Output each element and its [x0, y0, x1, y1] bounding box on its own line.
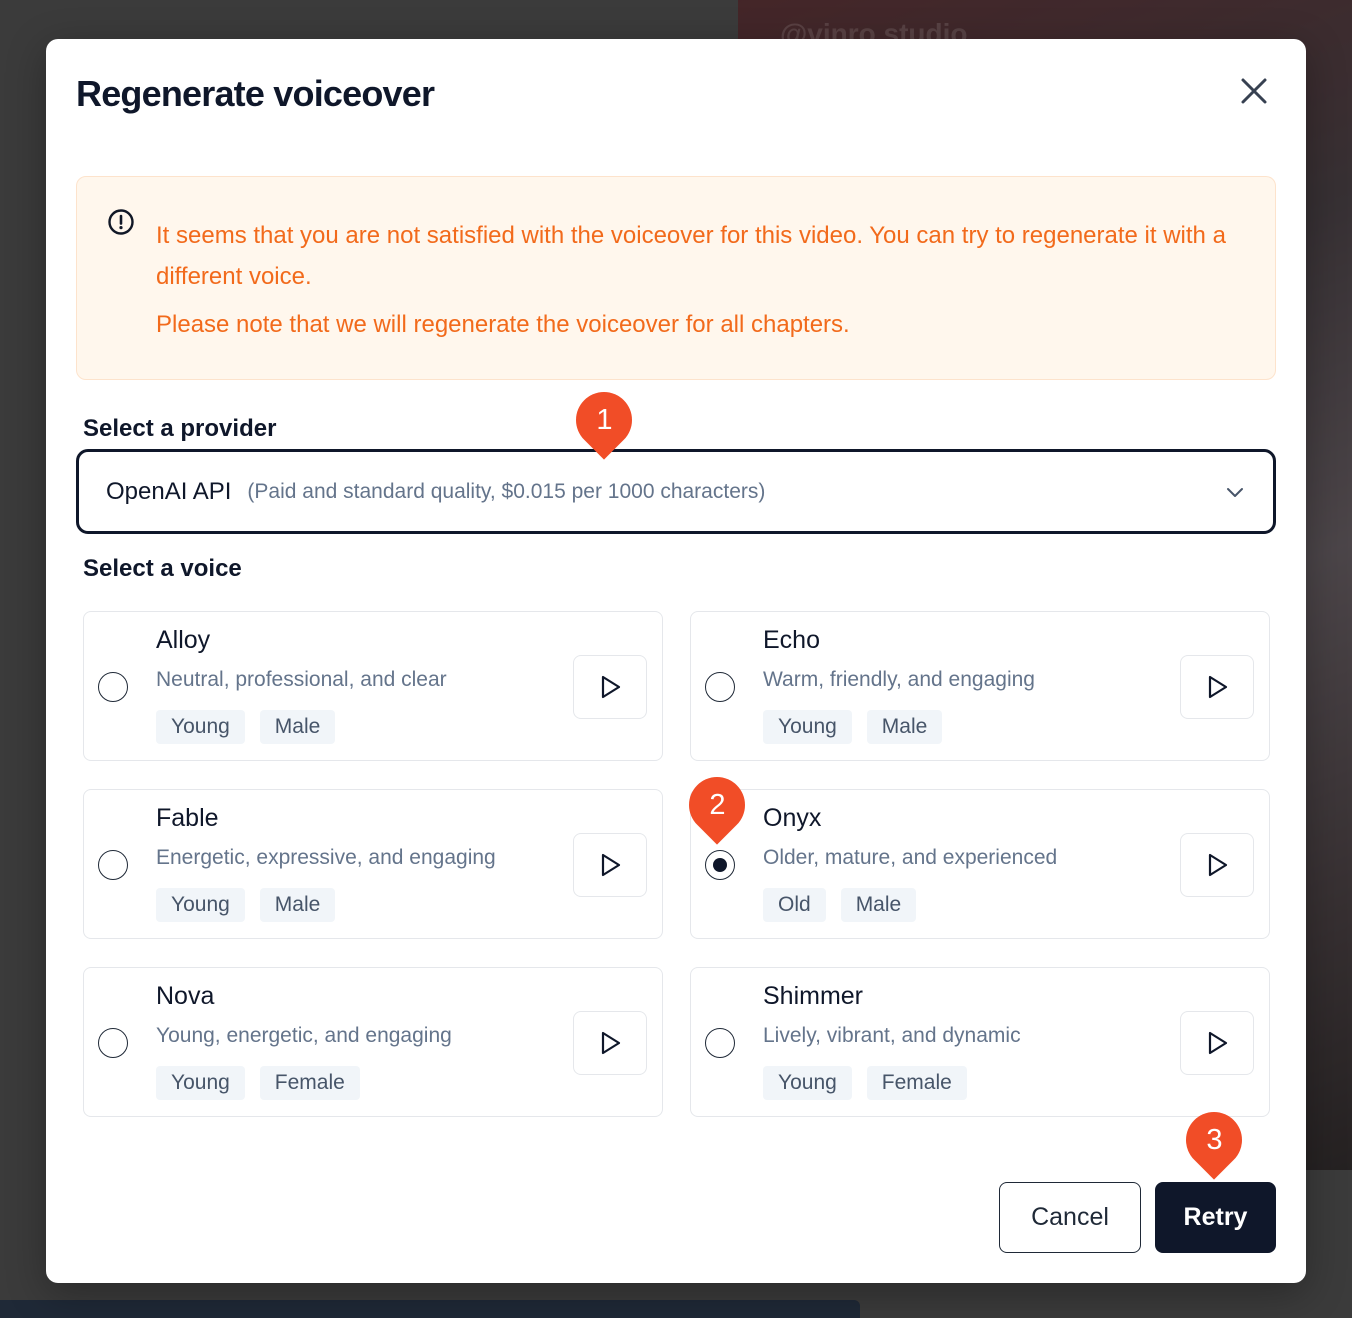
close-button[interactable] — [1234, 71, 1274, 111]
voice-name: Alloy — [156, 626, 211, 654]
voice-tags: Young Female — [156, 1066, 360, 1100]
voice-name: Fable — [156, 804, 219, 832]
gender-tag: Male — [866, 710, 943, 744]
play-preview-button-shimmer[interactable] — [1180, 1011, 1254, 1075]
play-preview-button-alloy[interactable] — [573, 655, 647, 719]
play-icon — [1208, 853, 1228, 877]
voice-radio-echo[interactable] — [705, 672, 735, 702]
dialog-title: Regenerate voiceover — [76, 73, 435, 114]
provider-selected-name: OpenAI API — [106, 477, 232, 505]
background-bottom-bar — [0, 1300, 860, 1318]
voice-card-shimmer[interactable]: Shimmer Lively, vibrant, and dynamic You… — [690, 967, 1270, 1117]
play-preview-button-fable[interactable] — [573, 833, 647, 897]
voice-radio-fable[interactable] — [98, 850, 128, 880]
provider-label: Select a provider — [83, 415, 277, 442]
voice-radio-alloy[interactable] — [98, 672, 128, 702]
age-tag: Young — [763, 1066, 852, 1100]
voice-description: Lively, vibrant, and dynamic — [763, 1024, 1021, 1047]
gender-tag: Female — [259, 1066, 360, 1100]
voice-radio-onyx[interactable] — [705, 850, 735, 880]
age-tag: Young — [156, 710, 245, 744]
play-icon — [601, 675, 621, 699]
voice-tags: Old Male — [763, 888, 917, 922]
voice-name: Nova — [156, 982, 215, 1010]
voice-card-echo[interactable]: Echo Warm, friendly, and engaging Young … — [690, 611, 1270, 761]
voice-card-onyx[interactable]: Onyx Older, mature, and experienced Old … — [690, 789, 1270, 939]
warning-note: Please note that we will regenerate the … — [156, 311, 850, 338]
age-tag: Young — [763, 710, 852, 744]
voice-card-fable[interactable]: Fable Energetic, expressive, and engagin… — [83, 789, 663, 939]
age-tag: Young — [156, 1066, 245, 1100]
voice-description: Young, energetic, and engaging — [156, 1024, 452, 1047]
regenerate-voiceover-dialog: Regenerate voiceover It seems that you a… — [46, 39, 1306, 1283]
play-icon — [601, 853, 621, 877]
warning-alert: It seems that you are not satisfied with… — [76, 176, 1276, 380]
radio-selected-dot — [713, 858, 727, 872]
play-icon — [1208, 675, 1228, 699]
play-icon — [601, 1031, 621, 1055]
age-tag: Old — [763, 888, 826, 922]
voice-description: Neutral, professional, and clear — [156, 668, 447, 691]
voice-radio-shimmer[interactable] — [705, 1028, 735, 1058]
voice-radio-nova[interactable] — [98, 1028, 128, 1058]
voice-name: Echo — [763, 626, 820, 654]
voice-name: Shimmer — [763, 982, 864, 1010]
voice-tags: Young Male — [156, 888, 336, 922]
voice-card-alloy[interactable]: Alloy Neutral, professional, and clear Y… — [83, 611, 663, 761]
warning-message: It seems that you are not satisfied with… — [156, 222, 1226, 290]
provider-selected-description: (Paid and standard quality, $0.015 per 1… — [247, 479, 766, 503]
retry-button[interactable]: Retry — [1155, 1182, 1276, 1253]
chevron-down-icon — [1227, 488, 1243, 497]
gender-tag: Male — [259, 710, 336, 744]
voice-card-nova[interactable]: Nova Young, energetic, and engaging Youn… — [83, 967, 663, 1117]
voice-description: Energetic, expressive, and engaging — [156, 846, 496, 869]
voice-tags: Young Female — [763, 1066, 967, 1100]
close-icon — [1241, 78, 1267, 104]
play-preview-button-onyx[interactable] — [1180, 833, 1254, 897]
gender-tag: Male — [840, 888, 917, 922]
provider-select[interactable]: OpenAI API (Paid and standard quality, $… — [76, 449, 1276, 534]
voice-description: Older, mature, and experienced — [763, 846, 1058, 869]
gender-tag: Female — [866, 1066, 967, 1100]
gender-tag: Male — [259, 888, 336, 922]
play-preview-button-nova[interactable] — [573, 1011, 647, 1075]
play-icon — [1208, 1031, 1228, 1055]
voice-label: Select a voice — [83, 555, 242, 582]
voice-description: Warm, friendly, and engaging — [763, 668, 1035, 691]
age-tag: Young — [156, 888, 245, 922]
play-preview-button-echo[interactable] — [1180, 655, 1254, 719]
voice-tags: Young Male — [763, 710, 943, 744]
voice-name: Onyx — [763, 804, 822, 832]
voice-tags: Young Male — [156, 710, 336, 744]
cancel-button[interactable]: Cancel — [999, 1182, 1141, 1253]
annotation-marker-1: 1 — [564, 380, 644, 460]
alert-circle-icon — [108, 209, 134, 235]
